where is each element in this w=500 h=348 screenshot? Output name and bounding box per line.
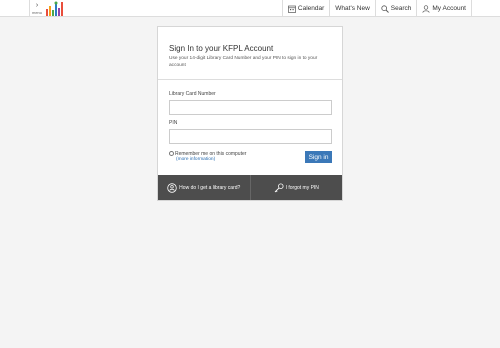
nav-whats-new[interactable]: What's New	[329, 0, 374, 17]
library-card-icon	[167, 182, 177, 193]
card-number-label: Library Card Number	[169, 91, 216, 97]
signin-card: Sign In to your KFPL Account Use your 14…	[157, 26, 343, 201]
card-number-input[interactable]	[169, 100, 332, 115]
forgot-pin-link[interactable]: I forgot my PIN	[249, 175, 343, 200]
menu-button[interactable]: › menu	[29, 0, 44, 17]
nav-my-account[interactable]: My Account	[416, 0, 472, 17]
remember-me: Remember me on this computer (more infor…	[169, 151, 246, 163]
get-card-link[interactable]: How do I get a library card?	[158, 175, 250, 200]
top-bar: › menu Calendar What's New Search My Acc…	[0, 0, 500, 17]
get-card-label: How do I get a library card?	[179, 184, 241, 191]
pin-label: PIN	[169, 120, 178, 126]
key-icon	[274, 183, 284, 192]
nav-my-account-label: My Account	[432, 5, 466, 12]
library-logo[interactable]	[45, 1, 65, 16]
user-icon	[422, 4, 430, 13]
calendar-icon	[288, 5, 296, 13]
nav-calendar[interactable]: Calendar	[281, 0, 329, 17]
nav-search[interactable]: Search	[374, 0, 417, 17]
chevron-right-icon: ›	[35, 2, 39, 9]
remember-checkbox[interactable]	[169, 151, 174, 156]
nav-whats-new-label: What's New	[335, 5, 370, 12]
nav-search-label: Search	[390, 5, 412, 12]
signin-button[interactable]: Sign in	[305, 151, 332, 163]
more-info-link[interactable]: (more information)	[169, 157, 246, 163]
signin-header: Sign In to your KFPL Account Use your 14…	[158, 27, 342, 80]
forgot-pin-label: I forgot my PIN	[285, 184, 319, 191]
search-icon	[381, 4, 389, 13]
signin-footer: How do I get a library card? I forgot my…	[158, 175, 342, 200]
menu-label: menu	[31, 10, 42, 15]
top-nav: Calendar What's New Search My Account	[281, 0, 472, 17]
pin-input[interactable]	[169, 129, 332, 144]
nav-calendar-label: Calendar	[297, 5, 325, 12]
signin-title: Sign In to your KFPL Account	[169, 44, 274, 53]
signin-subtitle: Use your 14-digit Library Card Number an…	[169, 56, 318, 68]
